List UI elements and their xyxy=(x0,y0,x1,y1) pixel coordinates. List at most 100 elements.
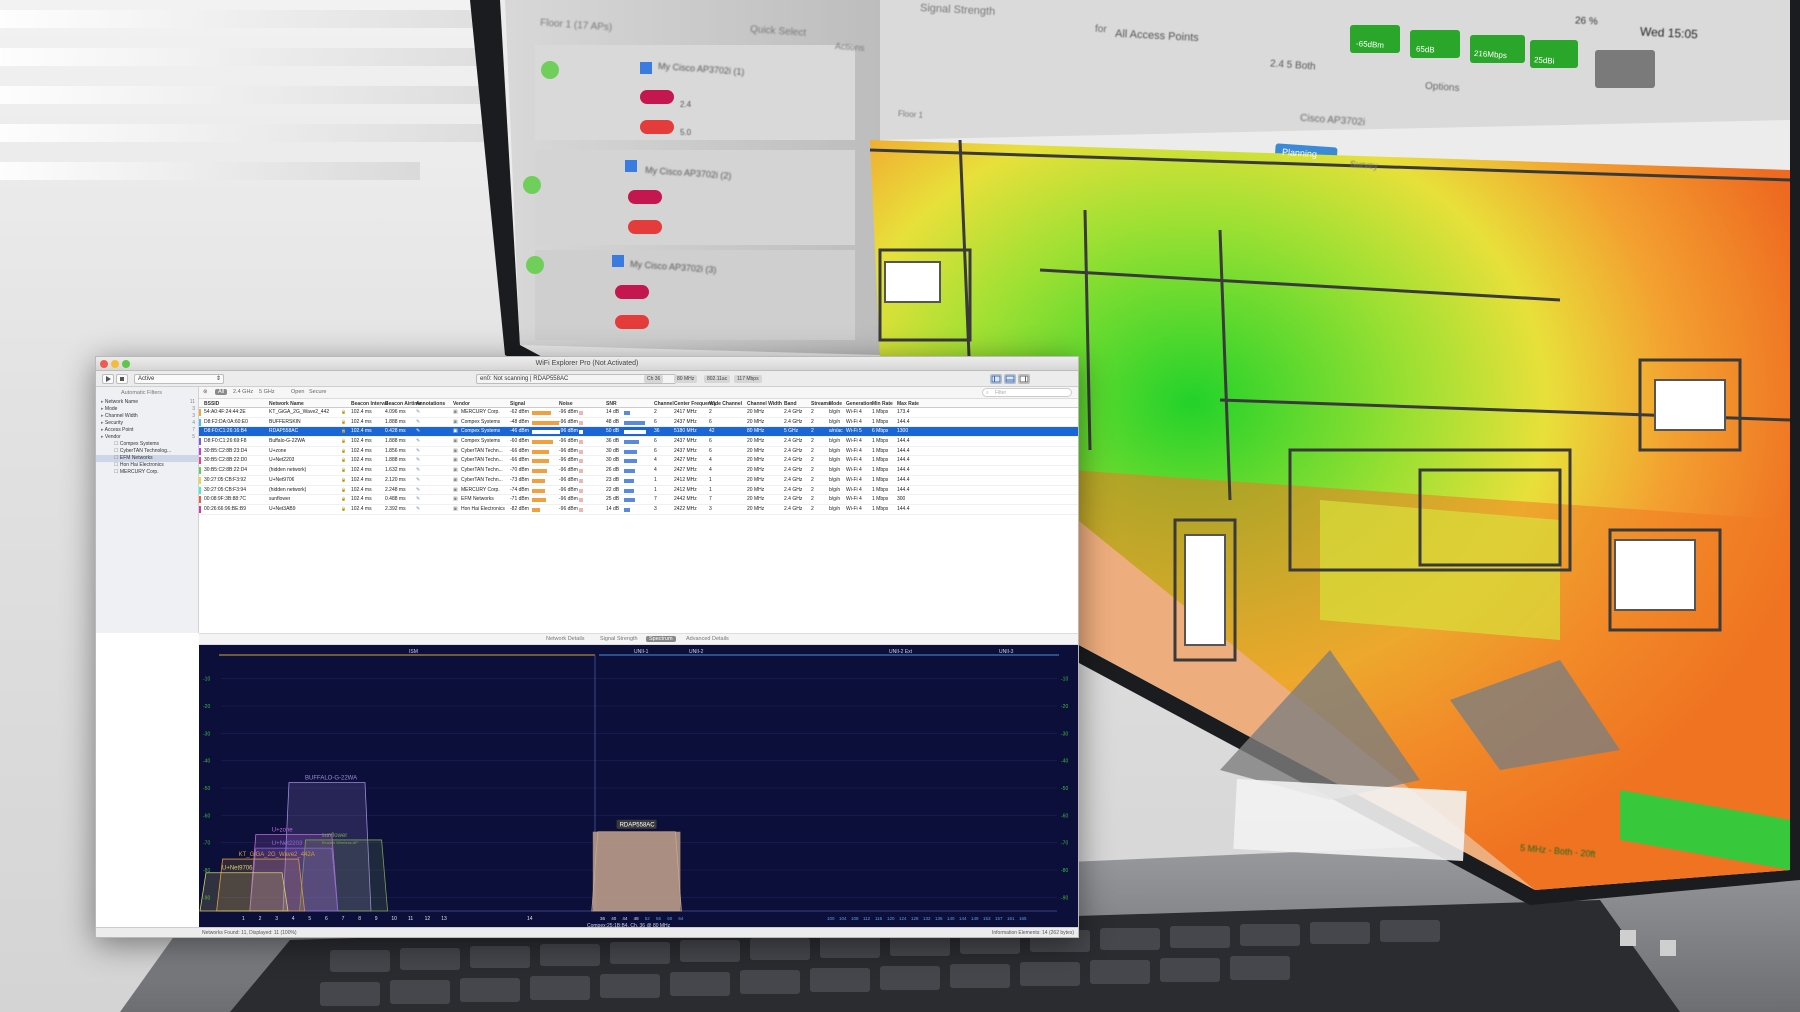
column-header[interactable]: Beacon Interval xyxy=(351,401,388,407)
table-cell: 102.4 ms xyxy=(351,496,372,503)
table-row[interactable]: 30:B5:C2:8B:23:D4 U+zone 102.4 ms 1.856 ms ✎… xyxy=(199,447,1078,457)
spectrum-svg: ISM UNII-1 UNII-2 UNII-2 Ext UNII-3 -10 -10 -20… xyxy=(199,649,1068,929)
sidebar-item[interactable]: ▸ Mode 3 xyxy=(96,406,198,413)
column-header[interactable]: Band xyxy=(784,401,797,407)
detail-tab[interactable]: Advanced Details xyxy=(683,636,732,642)
play-button[interactable] xyxy=(102,374,114,384)
table-row[interactable]: 30:27:05:CB:F3:92 U+Net9706 102.4 ms 2.120 … xyxy=(199,476,1078,486)
sidebar-heading: Automatic Filters xyxy=(121,390,162,396)
detail-tab[interactable]: Network Details xyxy=(543,636,588,642)
table-cell: -96 dBm xyxy=(559,486,578,493)
sidebar-item[interactable]: ▸ Vendor 5 xyxy=(96,434,198,441)
column-header[interactable]: Max Rate xyxy=(897,401,919,407)
annotation-pencil-icon[interactable]: ✎ xyxy=(416,428,420,434)
sidebar-item[interactable]: ☐ MERCURY Corp. xyxy=(96,469,198,476)
table-row[interactable]: D8:F0:C1:26:16:B4 RDAP558AC 102.4 ms 0.428 … xyxy=(199,427,1078,438)
layout-bottom-button[interactable] xyxy=(1004,374,1016,384)
column-header[interactable]: Wide Channel xyxy=(709,401,742,407)
table-cell: 20 MHz xyxy=(747,418,765,425)
sidebar-item[interactable]: ▸ Channel Width 3 xyxy=(96,413,198,420)
table-cell: b/g/n xyxy=(829,457,841,464)
table-cell: Wi-Fi 4 xyxy=(846,457,862,464)
vendor-icon: ▣ xyxy=(453,409,458,415)
table-cell: 5 GHz xyxy=(784,428,799,435)
annotation-pencil-icon[interactable]: ✎ xyxy=(416,487,420,493)
annotation-pencil-icon[interactable]: ✎ xyxy=(416,438,420,444)
annotation-pencil-icon[interactable]: ✎ xyxy=(416,467,420,473)
toolbar: Active ⇕ en0: Not scanning | RDAP558AC C… xyxy=(96,371,1078,387)
layout-sidebar-button[interactable] xyxy=(990,374,1002,384)
sidebar-item[interactable]: ☐ CyberTAN Technolog... xyxy=(96,448,198,455)
sidebar-item[interactable]: ▸ Access Point 7 xyxy=(96,427,198,434)
column-header[interactable]: BSSID xyxy=(204,401,219,407)
sidebar-item-label: Network Name xyxy=(104,399,138,405)
sidebar-item[interactable]: ▸ Network Name 11 xyxy=(96,399,198,406)
column-header[interactable]: Channel xyxy=(654,401,674,407)
annotation-pencil-icon[interactable]: ✎ xyxy=(416,477,420,483)
annotation-pencil-icon[interactable]: ✎ xyxy=(416,506,420,512)
table-cell: 2 xyxy=(709,409,712,415)
window-title: WiFi Explorer Pro (Not Activated) xyxy=(535,360,639,367)
vendor-icon: ▣ xyxy=(453,496,458,503)
table-row[interactable]: 30:B5:C2:8B:22:D0 U+Net2203 102.4 ms 1.888 … xyxy=(199,456,1078,467)
column-header[interactable]: Streams xyxy=(811,401,831,407)
sidebar-item[interactable]: ☐ Hon Hai Electronics xyxy=(96,462,198,469)
table-row[interactable]: 00:26:66:96:BE:B9 U+Net3AB9 102.4 ms 2.392 … xyxy=(199,505,1078,515)
sidebar-item[interactable]: ☐ Compex Systems xyxy=(96,441,198,448)
x-tick-label: 149 xyxy=(971,916,979,921)
filter-segment[interactable]: Secure xyxy=(309,389,326,395)
mode-select-value: Active xyxy=(138,376,155,382)
noise-bar xyxy=(579,440,583,445)
column-header[interactable]: Noise xyxy=(559,401,573,407)
table-cell: 1 Mbps xyxy=(872,447,889,454)
bg-menu-clock: Wed 15:05 xyxy=(1639,24,1699,42)
filter-segment[interactable]: 2.4 GHz xyxy=(233,389,253,395)
annotation-pencil-icon[interactable]: ✎ xyxy=(416,457,420,463)
row-color-swatch xyxy=(199,505,201,513)
table-cell: 144.4 xyxy=(897,505,910,512)
table-cell: 2.248 ms xyxy=(385,486,406,493)
search-field[interactable]: ⌕ Filter xyxy=(982,388,1072,397)
table-row[interactable]: D8:F0:C1:26:69:F8 Buffalo-G-22WA 102.4 ms 1… xyxy=(199,437,1078,447)
table-cell: b/g/n xyxy=(829,505,841,512)
mode-select[interactable]: Active ⇕ xyxy=(134,374,224,384)
annotation-pencil-icon[interactable]: ✎ xyxy=(416,496,420,502)
column-header[interactable]: Generation xyxy=(846,401,872,407)
table-cell: 1.888 ms xyxy=(385,457,406,464)
column-header[interactable]: Channel Width xyxy=(747,401,782,407)
column-header[interactable]: SNR xyxy=(606,401,617,407)
y-tick-label: -80 xyxy=(1061,868,1068,874)
annotation-pencil-icon[interactable]: ✎ xyxy=(416,419,420,425)
filter-segment[interactable]: 5 GHz xyxy=(259,389,275,395)
column-header[interactable]: Annotations xyxy=(416,401,445,407)
layout-right-button[interactable] xyxy=(1018,374,1030,384)
column-header[interactable]: Signal xyxy=(510,401,525,407)
table-row[interactable]: 30:27:05:CB:F3:94 (hidden network) 102.4 m… xyxy=(199,486,1078,496)
clear-filter-icon[interactable]: ⊗ xyxy=(203,389,208,395)
column-header[interactable]: Min Rate xyxy=(872,401,893,407)
lock-icon: 🔒 xyxy=(341,486,346,492)
stop-button[interactable] xyxy=(116,374,128,384)
table-cell: 4 xyxy=(709,457,712,464)
table-row[interactable]: 00:08:9F:3B:88:7C sunflower 102.4 ms 0.488 … xyxy=(199,495,1078,505)
filter-segment[interactable]: Open xyxy=(291,389,304,395)
table-cell: MERCURY Corp. xyxy=(461,486,500,493)
table-cell: 1 xyxy=(709,476,712,483)
sidebar-item[interactable]: ▸ Security 4 xyxy=(96,420,198,427)
sidebar-item[interactable]: ☐ EFM Networks xyxy=(96,455,198,462)
band-label: ISM xyxy=(409,649,418,655)
detail-tab[interactable]: Spectrum xyxy=(646,636,676,642)
table-row[interactable]: 30:B5:C2:8B:22:D4 (hidden network) 102.4 m… xyxy=(199,466,1078,476)
table-cell: 2437 MHz xyxy=(674,418,697,425)
annotation-pencil-icon[interactable]: ✎ xyxy=(416,448,420,454)
column-header[interactable]: Network Name xyxy=(269,401,304,407)
x-tick-label: 2 xyxy=(259,916,262,922)
table-row[interactable]: 54:A0:4F:24:44:2E KT_GiGA_2G_Wave2_442A 10… xyxy=(199,408,1078,418)
table-cell: 6 xyxy=(709,447,712,454)
column-header[interactable]: Vendor xyxy=(453,401,470,407)
table-row[interactable]: D8:F2:DA:0A:60:E0 BUFFERSKIN 102.4 ms 1.888… xyxy=(199,418,1078,428)
column-header[interactable]: Mode xyxy=(829,401,842,407)
detail-tab[interactable]: Signal Strength xyxy=(597,636,641,642)
filter-segment[interactable]: All xyxy=(215,389,228,395)
annotation-pencil-icon[interactable]: ✎ xyxy=(416,409,420,415)
